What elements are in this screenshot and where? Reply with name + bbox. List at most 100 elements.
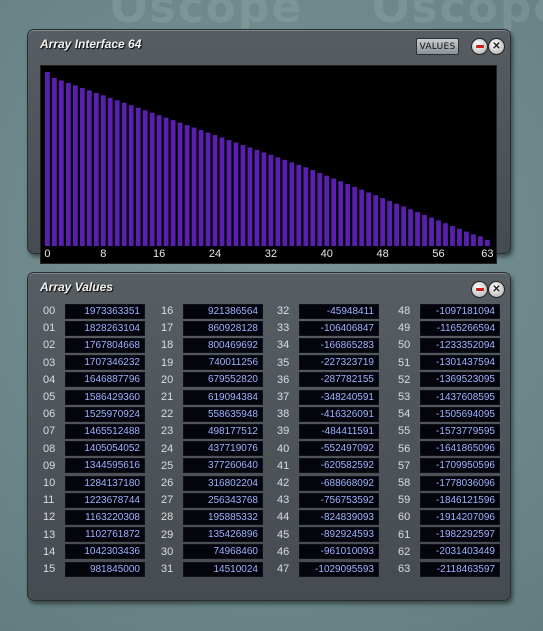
array-value-field[interactable]: -824839093 bbox=[299, 509, 379, 525]
array-value-field[interactable]: -756753592 bbox=[299, 492, 379, 508]
array-bar-graph[interactable]: 0 8 16 24 32 40 48 56 63 bbox=[40, 65, 497, 264]
array-value-field[interactable]: 135426896 bbox=[183, 527, 263, 543]
array-value-field[interactable]: -552497092 bbox=[299, 441, 379, 457]
array-value-field[interactable]: 256343768 bbox=[183, 492, 263, 508]
array-value-field[interactable]: -1301437594 bbox=[420, 355, 500, 371]
array-value-field[interactable]: 679552820 bbox=[183, 372, 263, 388]
array-bar bbox=[142, 110, 148, 246]
x-tick-label: 48 bbox=[376, 248, 389, 260]
array-value-row: 22 558635948 bbox=[161, 406, 263, 422]
array-value-field[interactable]: 316802204 bbox=[183, 475, 263, 491]
array-value-field[interactable]: -1029095593 bbox=[299, 561, 379, 577]
array-bar bbox=[289, 162, 295, 246]
array-index-label: 56 bbox=[398, 442, 411, 455]
array-value-field[interactable]: -1778036096 bbox=[420, 475, 500, 491]
array-interface-titlebar[interactable]: Array Interface 64 VALUES ✕ bbox=[28, 30, 510, 58]
array-value-field[interactable]: 1344595616 bbox=[65, 458, 145, 474]
array-value-field[interactable]: -1097181094 bbox=[420, 303, 500, 319]
close-icon[interactable]: ✕ bbox=[488, 281, 505, 298]
array-value-field[interactable]: -106406847 bbox=[299, 320, 379, 336]
array-value-row: 21 619094384 bbox=[161, 389, 263, 405]
array-value-field[interactable]: 1525970924 bbox=[65, 406, 145, 422]
array-value-field[interactable]: 1405054052 bbox=[65, 441, 145, 457]
array-value-field[interactable]: -961010093 bbox=[299, 544, 379, 560]
array-bar bbox=[275, 157, 281, 246]
array-value-field[interactable]: -1914207096 bbox=[420, 509, 500, 525]
array-value-field[interactable]: -1846121596 bbox=[420, 492, 500, 508]
array-index-label: 52 bbox=[398, 373, 411, 386]
array-value-field[interactable]: -1982292597 bbox=[420, 527, 500, 543]
minimize-icon[interactable] bbox=[471, 38, 488, 55]
array-index-label: 24 bbox=[161, 442, 174, 455]
array-index-label: 63 bbox=[398, 563, 411, 575]
array-bar bbox=[128, 105, 134, 246]
array-value-field[interactable]: 740011256 bbox=[183, 355, 263, 371]
array-value-field[interactable]: 1102761872 bbox=[65, 527, 145, 543]
array-index-label: 25 bbox=[161, 459, 174, 472]
array-index-label: 09 bbox=[43, 459, 56, 472]
array-value-field[interactable]: 981845000 bbox=[65, 561, 145, 577]
array-value-field[interactable]: 1284137180 bbox=[65, 475, 145, 491]
array-value-field[interactable]: -1165266594 bbox=[420, 320, 500, 336]
array-value-field[interactable]: 437719076 bbox=[183, 441, 263, 457]
array-value-field[interactable]: 860928128 bbox=[183, 320, 263, 336]
array-value-field[interactable]: -45948411 bbox=[299, 303, 379, 319]
array-value-field[interactable]: -166865283 bbox=[299, 337, 379, 353]
array-bar bbox=[240, 144, 246, 246]
array-value-field[interactable]: -620582592 bbox=[299, 458, 379, 474]
array-value-field[interactable]: -416326091 bbox=[299, 406, 379, 422]
array-bar bbox=[254, 149, 260, 246]
array-value-field[interactable]: -1233352094 bbox=[420, 337, 500, 353]
array-value-field[interactable]: -1505694095 bbox=[420, 406, 500, 422]
array-value-field[interactable]: 1646887796 bbox=[65, 372, 145, 388]
minimize-icon[interactable] bbox=[471, 281, 488, 298]
array-value-field[interactable]: 558635948 bbox=[183, 406, 263, 422]
array-value-field[interactable]: 1973363351 bbox=[65, 303, 145, 319]
array-value-field[interactable]: 1586429360 bbox=[65, 389, 145, 405]
array-value-row: 33 -106406847 bbox=[277, 320, 379, 336]
array-value-field[interactable]: 195885332 bbox=[183, 509, 263, 525]
array-value-field[interactable]: 1163220308 bbox=[65, 509, 145, 525]
array-value-field[interactable]: -892924593 bbox=[299, 527, 379, 543]
array-bar bbox=[380, 198, 386, 246]
array-value-field[interactable]: 1828263104 bbox=[65, 320, 145, 336]
array-value-field[interactable]: 74968460 bbox=[183, 544, 263, 560]
array-value-field[interactable]: -2118463597 bbox=[420, 561, 500, 577]
x-tick-label: 8 bbox=[100, 248, 107, 260]
array-value-field[interactable]: 619094384 bbox=[183, 389, 263, 405]
array-bar bbox=[86, 90, 92, 247]
array-index-label: 01 bbox=[43, 322, 56, 335]
array-value-field[interactable]: -484411591 bbox=[299, 423, 379, 439]
array-value-field[interactable]: -348240591 bbox=[299, 389, 379, 405]
array-value-field[interactable]: 1465512488 bbox=[65, 423, 145, 439]
array-value-field[interactable]: 1223678744 bbox=[65, 492, 145, 508]
array-value-row: 30 74968460 bbox=[161, 544, 263, 560]
array-value-field[interactable]: 498177512 bbox=[183, 423, 263, 439]
values-button[interactable]: VALUES bbox=[416, 38, 459, 55]
array-index-label: 16 bbox=[161, 305, 174, 317]
array-value-field[interactable]: -1437608595 bbox=[420, 389, 500, 405]
array-value-field[interactable]: 377260640 bbox=[183, 458, 263, 474]
array-value-field[interactable]: -688668092 bbox=[299, 475, 379, 491]
array-index-label: 23 bbox=[161, 425, 174, 438]
array-value-field[interactable]: -227323719 bbox=[299, 355, 379, 371]
array-value-field[interactable]: 1707346232 bbox=[65, 355, 145, 371]
array-index-label: 58 bbox=[398, 477, 411, 489]
array-value-field[interactable]: -1369523095 bbox=[420, 372, 500, 388]
array-value-field[interactable]: -1709950596 bbox=[420, 458, 500, 474]
array-value-field[interactable]: -1641865096 bbox=[420, 441, 500, 457]
array-value-field[interactable]: -1573779595 bbox=[420, 423, 500, 439]
array-bar bbox=[51, 77, 57, 247]
array-value-row: 16 921386564 bbox=[161, 303, 263, 319]
array-value-field[interactable]: 1042303436 bbox=[65, 544, 145, 560]
array-value-field[interactable]: 800469692 bbox=[183, 337, 263, 353]
array-bar bbox=[485, 240, 490, 246]
array-values-titlebar[interactable]: Array Values ✕ bbox=[28, 273, 510, 301]
array-value-field[interactable]: 14510024 bbox=[183, 561, 263, 577]
close-icon[interactable]: ✕ bbox=[488, 38, 505, 55]
array-value-field[interactable]: -2031403449 bbox=[420, 544, 500, 560]
array-value-field[interactable]: 921386564 bbox=[183, 303, 263, 319]
array-value-field[interactable]: -287782155 bbox=[299, 372, 379, 388]
array-value-field[interactable]: 1767804668 bbox=[65, 337, 145, 353]
array-bar bbox=[163, 117, 169, 246]
